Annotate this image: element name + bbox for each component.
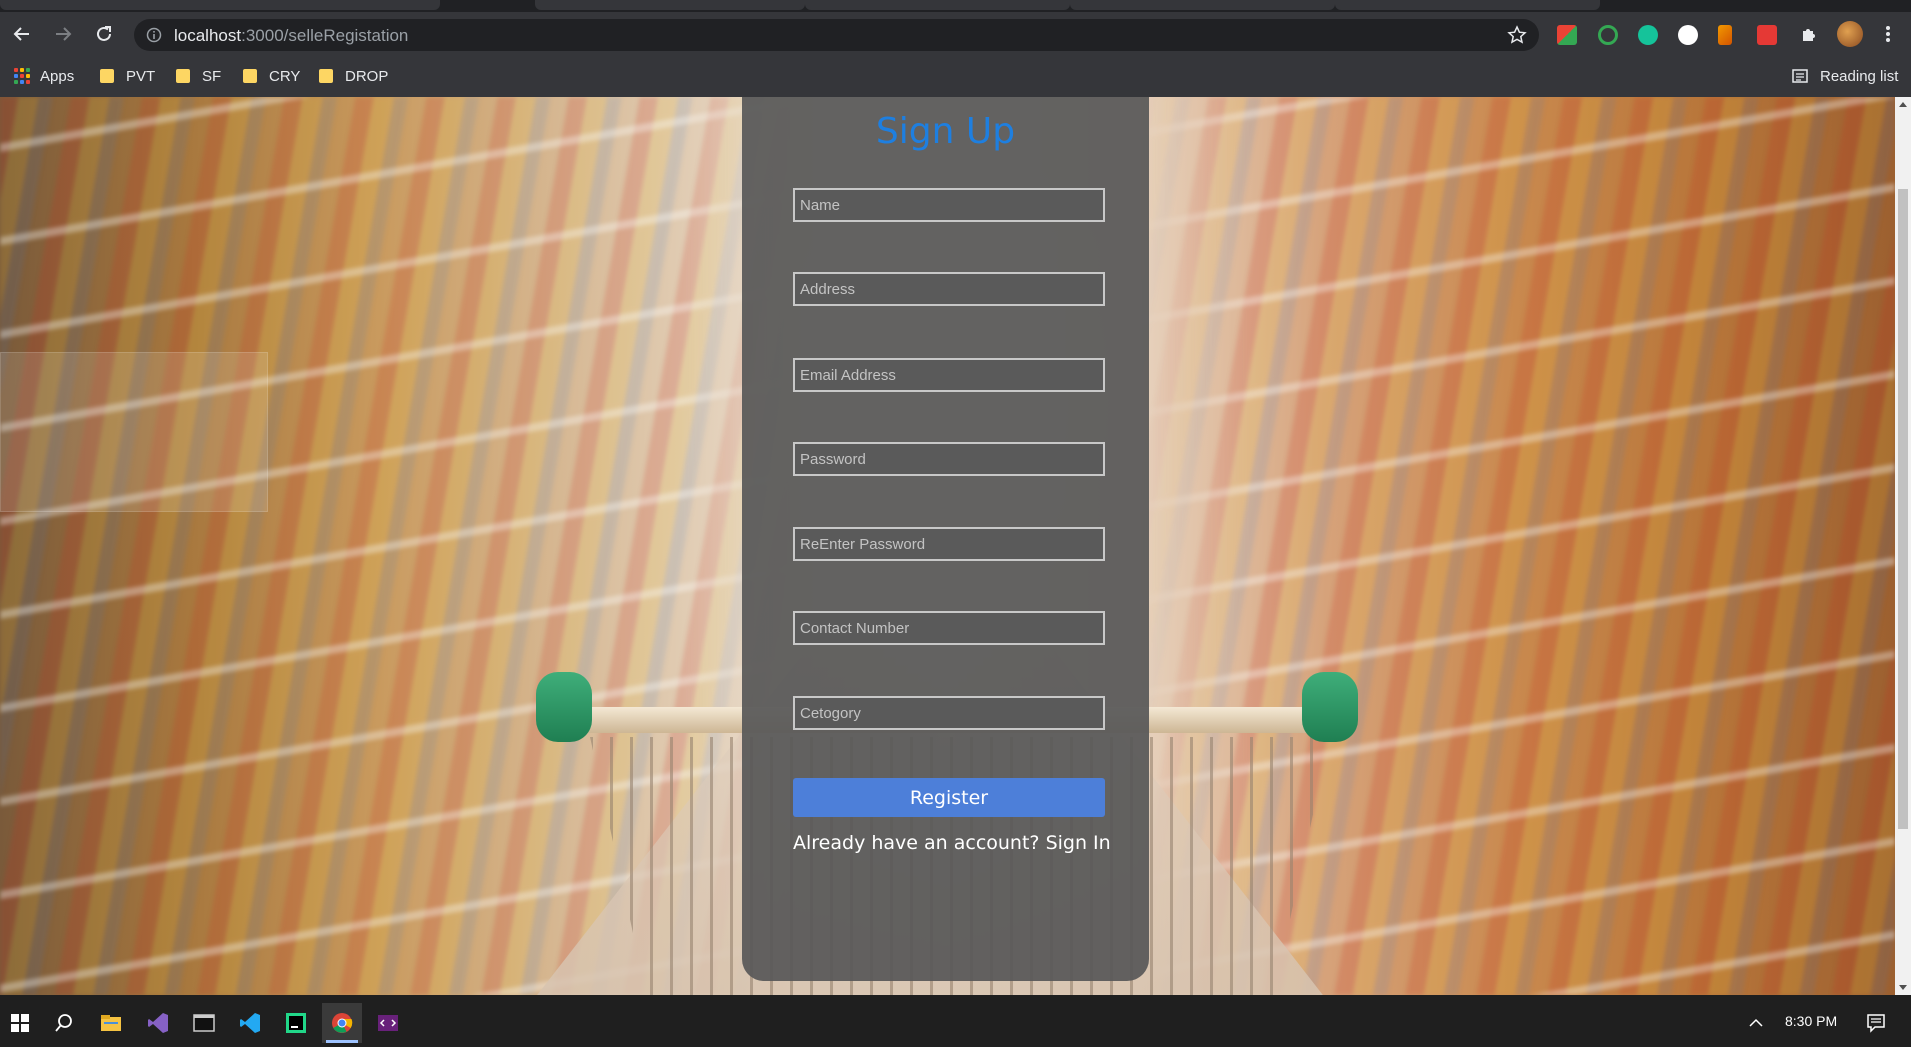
reading-list-icon xyxy=(1792,69,1808,83)
visual-studio-app-icon[interactable] xyxy=(368,1003,408,1043)
extension-circle-icon[interactable] xyxy=(1678,25,1698,45)
reading-list-button[interactable]: Reading list xyxy=(1792,65,1898,87)
bookmark-star-icon[interactable] xyxy=(1507,25,1527,50)
reenter-password-field[interactable] xyxy=(793,527,1105,561)
search-icon[interactable] xyxy=(44,1003,84,1043)
browser-tab[interactable] xyxy=(1070,0,1335,10)
contact-number-field[interactable] xyxy=(793,611,1105,645)
reading-list-label: Reading list xyxy=(1820,67,1899,85)
bookmark-drop[interactable]: DROP xyxy=(319,65,388,87)
url-path: :3000/selleRegistation xyxy=(241,26,409,45)
visual-studio-icon[interactable] xyxy=(138,1003,178,1043)
browser-tab[interactable] xyxy=(1335,0,1600,10)
profile-avatar[interactable] xyxy=(1837,21,1863,47)
name-field[interactable] xyxy=(793,188,1105,222)
show-hidden-icons-chevron[interactable] xyxy=(1736,1003,1776,1043)
signin-link[interactable]: Sign In xyxy=(1046,832,1111,854)
url-text[interactable]: localhost:3000/selleRegistation xyxy=(174,26,408,46)
extension-target-icon[interactable] xyxy=(1598,25,1618,45)
bookmark-label: PVT xyxy=(126,67,156,85)
cart-grip-left xyxy=(536,672,592,742)
vscode-icon[interactable] xyxy=(230,1003,270,1043)
apps-grid-icon xyxy=(14,68,30,84)
browser-toolbar: localhost:3000/selleRegistation xyxy=(0,12,1911,56)
folder-icon xyxy=(319,69,333,83)
background-overlay-window xyxy=(0,352,268,512)
url-host: localhost xyxy=(174,26,242,45)
download-extension-icon[interactable] xyxy=(1757,25,1777,45)
page-title: Sign Up xyxy=(875,111,1016,152)
signin-prompt-text: Already have an account? xyxy=(793,832,1040,854)
password-field[interactable] xyxy=(793,442,1105,476)
browser-tab[interactable] xyxy=(0,0,440,10)
signin-prompt: Already have an account? Sign In xyxy=(793,832,1111,854)
site-info-icon[interactable] xyxy=(146,27,162,48)
category-field[interactable] xyxy=(793,696,1105,730)
browser-tab[interactable] xyxy=(805,0,1070,10)
address-field[interactable] xyxy=(793,272,1105,306)
chrome-icon[interactable] xyxy=(322,1003,362,1043)
bookmark-cry[interactable]: CRY xyxy=(243,65,300,87)
bookmark-label: DROP xyxy=(345,67,389,85)
notifications-icon[interactable] xyxy=(1856,1003,1896,1043)
taskbar-clock[interactable]: 8:30 PM xyxy=(1785,1013,1837,1029)
register-button[interactable]: Register xyxy=(793,778,1105,817)
folder-icon xyxy=(243,69,257,83)
bookmarks-bar: Apps PVT SF CRY DROP Reading list xyxy=(0,56,1911,97)
bookmark-apps[interactable]: Apps xyxy=(14,65,74,87)
bookmark-pvt[interactable]: PVT xyxy=(100,65,155,87)
scroll-down-icon[interactable] xyxy=(1899,985,1907,990)
back-icon[interactable] xyxy=(8,20,36,48)
cart-grip-right xyxy=(1302,672,1358,742)
windows-start-icon[interactable] xyxy=(0,1003,40,1043)
browser-tab[interactable] xyxy=(535,0,805,10)
signup-card: Sign Up Register Already have an account… xyxy=(742,97,1149,981)
extension-bookmark-icon[interactable] xyxy=(1718,25,1732,45)
file-explorer-icon[interactable] xyxy=(91,1003,131,1043)
pycharm-icon[interactable] xyxy=(276,1003,316,1043)
reload-icon[interactable] xyxy=(90,20,118,48)
email-field[interactable] xyxy=(793,358,1105,392)
bookmark-sf[interactable]: SF xyxy=(176,65,221,87)
scroll-up-icon[interactable] xyxy=(1899,102,1907,107)
page-viewport: Sign Up Register Already have an account… xyxy=(0,97,1895,995)
tab-strip xyxy=(0,0,1911,12)
folder-icon xyxy=(176,69,190,83)
bookmark-label: CRY xyxy=(269,67,301,85)
page-scrollbar[interactable] xyxy=(1895,97,1911,995)
windows-taskbar: 8:30 PM xyxy=(0,995,1911,1047)
forward-icon[interactable] xyxy=(49,20,77,48)
bookmark-label: SF xyxy=(202,67,222,85)
scrollbar-thumb[interactable] xyxy=(1898,189,1908,829)
folder-icon xyxy=(100,69,114,83)
grammarly-icon[interactable] xyxy=(1638,25,1658,45)
extension-icon[interactable] xyxy=(1557,25,1577,45)
bookmark-label: Apps xyxy=(40,67,75,85)
terminal-icon[interactable] xyxy=(184,1003,224,1043)
address-bar[interactable]: localhost:3000/selleRegistation xyxy=(134,19,1539,51)
browser-menu-icon[interactable] xyxy=(1874,20,1902,48)
extensions-puzzle-icon[interactable] xyxy=(1795,20,1823,48)
